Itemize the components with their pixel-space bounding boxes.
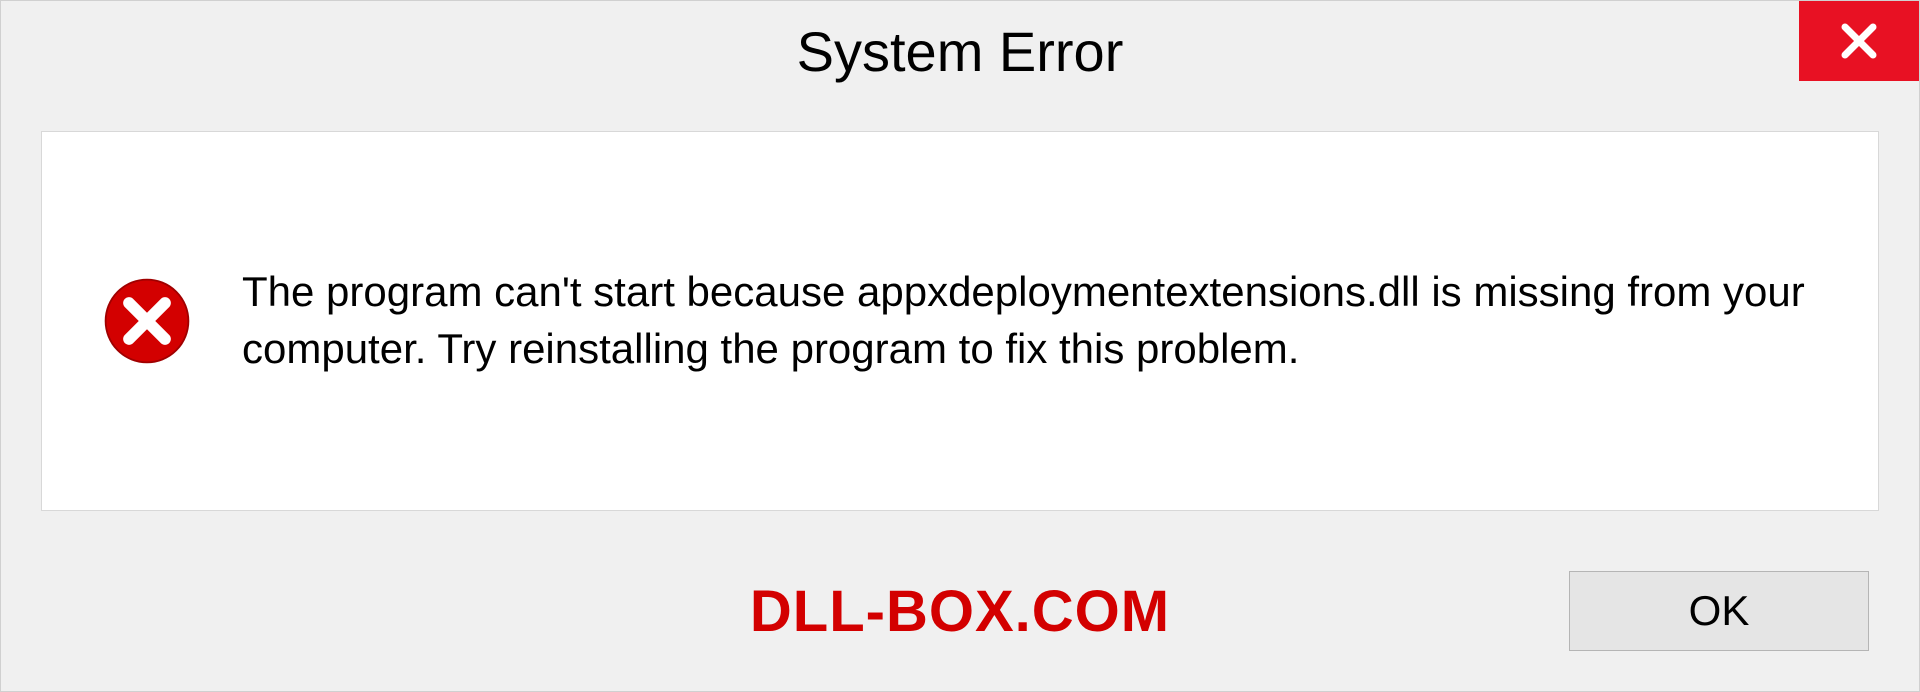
title-bar: System Error bbox=[1, 1, 1919, 101]
error-message: The program can't start because appxdepl… bbox=[242, 264, 1818, 377]
error-dialog: System Error The program can't start bec… bbox=[0, 0, 1920, 692]
error-icon bbox=[102, 276, 192, 366]
footer-bar: DLL-BOX.COM OK bbox=[1, 531, 1919, 691]
close-button[interactable] bbox=[1799, 1, 1919, 81]
ok-button[interactable]: OK bbox=[1569, 571, 1869, 651]
content-panel: The program can't start because appxdepl… bbox=[41, 131, 1879, 511]
dialog-title: System Error bbox=[797, 19, 1124, 84]
watermark-text: DLL-BOX.COM bbox=[750, 578, 1170, 645]
close-icon bbox=[1835, 17, 1883, 65]
